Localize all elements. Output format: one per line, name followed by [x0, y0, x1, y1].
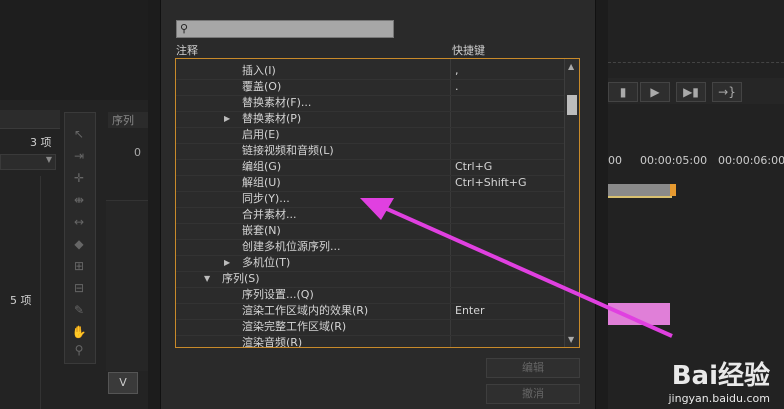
annotation-arrow-line: [377, 203, 673, 338]
watermark-logo: Bai经验: [671, 361, 770, 391]
watermark: Bai经验 jingyan.baidu.com: [668, 355, 770, 405]
annotation-arrow: [360, 198, 673, 338]
watermark-url: jingyan.baidu.com: [668, 392, 770, 405]
